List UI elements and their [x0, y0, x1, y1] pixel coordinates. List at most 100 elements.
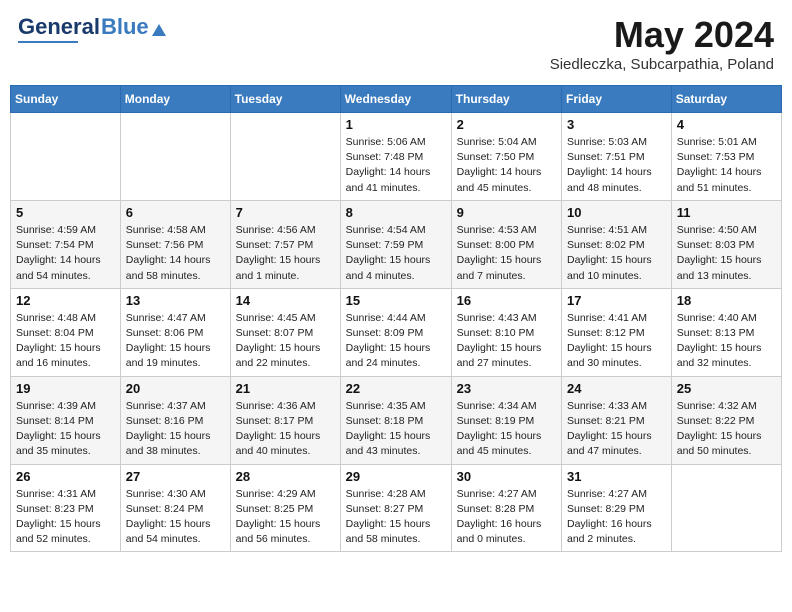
calendar-cell: 19 Sunrise: 4:39 AMSunset: 8:14 PMDayligh…: [11, 376, 121, 464]
calendar-cell: [671, 464, 781, 552]
day-number: 19: [16, 381, 115, 396]
day-number: 1: [346, 117, 446, 132]
day-number: 7: [236, 205, 335, 220]
day-number: 22: [346, 381, 446, 396]
day-number: 12: [16, 293, 115, 308]
calendar-header-friday: Friday: [562, 86, 672, 113]
day-info: Sunrise: 4:58 AMSunset: 7:56 PMDaylight:…: [126, 223, 225, 284]
day-info: Sunrise: 4:39 AMSunset: 8:14 PMDaylight:…: [16, 399, 115, 460]
day-info: Sunrise: 4:47 AMSunset: 8:06 PMDaylight:…: [126, 311, 225, 372]
day-number: 2: [457, 117, 556, 132]
calendar-cell: 25 Sunrise: 4:32 AMSunset: 8:22 PMDayligh…: [671, 376, 781, 464]
calendar-week-row: 19 Sunrise: 4:39 AMSunset: 8:14 PMDayligh…: [11, 376, 782, 464]
calendar-header-row: SundayMondayTuesdayWednesdayThursdayFrid…: [11, 86, 782, 113]
day-info: Sunrise: 4:59 AMSunset: 7:54 PMDaylight:…: [16, 223, 115, 284]
day-number: 17: [567, 293, 666, 308]
logo-blue: Blue: [101, 14, 149, 40]
calendar-cell: 14Sunrise: 4:45 AMSunset: 8:07 PMDayligh…: [230, 288, 340, 376]
day-number: 21: [236, 381, 335, 396]
page-subtitle: Siedleczka, Subcarpathia, Poland: [550, 56, 774, 73]
day-info: Sunrise: 4:53 AMSunset: 8:00 PMDaylight:…: [457, 223, 556, 284]
day-number: 18: [677, 293, 776, 308]
day-info: Sunrise: 4:41 AMSunset: 8:12 PMDaylight:…: [567, 311, 666, 372]
calendar-cell: 29 Sunrise: 4:28 AMSunset: 8:27 PMDayligh…: [340, 464, 451, 552]
calendar-cell: 9 Sunrise: 4:53 AMSunset: 8:00 PMDaylight…: [451, 200, 561, 288]
day-number: 3: [567, 117, 666, 132]
day-info: Sunrise: 5:04 AMSunset: 7:50 PMDaylight:…: [457, 135, 556, 196]
day-info: Sunrise: 5:06 AMSunset: 7:48 PMDaylight:…: [346, 135, 446, 196]
calendar-cell: 15 Sunrise: 4:44 AMSunset: 8:09 PMDayligh…: [340, 288, 451, 376]
logo-triangle-icon: [152, 24, 166, 36]
calendar-header-wednesday: Wednesday: [340, 86, 451, 113]
calendar-cell: 16 Sunrise: 4:43 AMSunset: 8:10 PMDayligh…: [451, 288, 561, 376]
day-info: Sunrise: 4:51 AMSunset: 8:02 PMDaylight:…: [567, 223, 666, 284]
day-info: Sunrise: 4:36 AMSunset: 8:17 PMDaylight:…: [236, 399, 335, 460]
day-number: 8: [346, 205, 446, 220]
day-number: 20: [126, 381, 225, 396]
day-number: 31: [567, 469, 666, 484]
day-info: Sunrise: 4:31 AMSunset: 8:23 PMDaylight:…: [16, 487, 115, 548]
day-info: Sunrise: 4:27 AMSunset: 8:28 PMDaylight:…: [457, 487, 556, 548]
day-info: Sunrise: 4:48 AMSunset: 8:04 PMDaylight:…: [16, 311, 115, 372]
calendar-cell: [11, 113, 121, 201]
day-info: Sunrise: 4:45 AMSunset: 8:07 PMDaylight:…: [236, 311, 335, 372]
day-number: 15: [346, 293, 446, 308]
calendar-header-tuesday: Tuesday: [230, 86, 340, 113]
calendar-cell: 7 Sunrise: 4:56 AMSunset: 7:57 PMDaylight…: [230, 200, 340, 288]
page-title: May 2024: [550, 14, 774, 56]
day-info: Sunrise: 4:56 AMSunset: 7:57 PMDaylight:…: [236, 223, 335, 284]
logo-text: General Blue: [18, 14, 166, 40]
calendar-cell: 4Sunrise: 5:01 AMSunset: 7:53 PMDaylight…: [671, 113, 781, 201]
calendar-cell: 27 Sunrise: 4:30 AMSunset: 8:24 PMDayligh…: [120, 464, 230, 552]
day-info: Sunrise: 4:30 AMSunset: 8:24 PMDaylight:…: [126, 487, 225, 548]
calendar-header-saturday: Saturday: [671, 86, 781, 113]
calendar-cell: 11Sunrise: 4:50 AMSunset: 8:03 PMDayligh…: [671, 200, 781, 288]
day-number: 29: [346, 469, 446, 484]
day-info: Sunrise: 4:43 AMSunset: 8:10 PMDaylight:…: [457, 311, 556, 372]
day-number: 25: [677, 381, 776, 396]
day-info: Sunrise: 5:01 AMSunset: 7:53 PMDaylight:…: [677, 135, 776, 196]
calendar-cell: 12 Sunrise: 4:48 AMSunset: 8:04 PMDayligh…: [11, 288, 121, 376]
day-info: Sunrise: 4:27 AMSunset: 8:29 PMDaylight:…: [567, 487, 666, 548]
calendar-week-row: 1 Sunrise: 5:06 AMSunset: 7:48 PMDaylight…: [11, 113, 782, 201]
calendar-cell: 3Sunrise: 5:03 AMSunset: 7:51 PMDaylight…: [562, 113, 672, 201]
day-number: 6: [126, 205, 225, 220]
day-info: Sunrise: 4:54 AMSunset: 7:59 PMDaylight:…: [346, 223, 446, 284]
logo-line: [18, 41, 78, 43]
day-number: 27: [126, 469, 225, 484]
calendar-cell: 22Sunrise: 4:35 AMSunset: 8:18 PMDayligh…: [340, 376, 451, 464]
calendar-cell: 28Sunrise: 4:29 AMSunset: 8:25 PMDayligh…: [230, 464, 340, 552]
calendar-week-row: 5 Sunrise: 4:59 AMSunset: 7:54 PMDaylight…: [11, 200, 782, 288]
calendar-cell: 20 Sunrise: 4:37 AMSunset: 8:16 PMDayligh…: [120, 376, 230, 464]
day-number: 24: [567, 381, 666, 396]
calendar-cell: 17 Sunrise: 4:41 AMSunset: 8:12 PMDayligh…: [562, 288, 672, 376]
day-number: 26: [16, 469, 115, 484]
calendar-cell: [230, 113, 340, 201]
day-info: Sunrise: 4:50 AMSunset: 8:03 PMDaylight:…: [677, 223, 776, 284]
calendar-cell: 8 Sunrise: 4:54 AMSunset: 7:59 PMDaylight…: [340, 200, 451, 288]
day-number: 5: [16, 205, 115, 220]
page-header: General Blue May 2024 Siedleczka, Subcar…: [10, 10, 782, 77]
day-info: Sunrise: 4:32 AMSunset: 8:22 PMDaylight:…: [677, 399, 776, 460]
day-info: Sunrise: 4:37 AMSunset: 8:16 PMDaylight:…: [126, 399, 225, 460]
logo-general: General: [18, 14, 100, 40]
day-number: 13: [126, 293, 225, 308]
logo: General Blue: [18, 14, 166, 43]
day-info: Sunrise: 4:34 AMSunset: 8:19 PMDaylight:…: [457, 399, 556, 460]
day-info: Sunrise: 4:28 AMSunset: 8:27 PMDaylight:…: [346, 487, 446, 548]
calendar-cell: 21 Sunrise: 4:36 AMSunset: 8:17 PMDayligh…: [230, 376, 340, 464]
title-block: May 2024 Siedleczka, Subcarpathia, Polan…: [550, 14, 774, 73]
calendar-header-thursday: Thursday: [451, 86, 561, 113]
calendar-header-monday: Monday: [120, 86, 230, 113]
calendar-cell: 24Sunrise: 4:33 AMSunset: 8:21 PMDayligh…: [562, 376, 672, 464]
calendar-cell: 10Sunrise: 4:51 AMSunset: 8:02 PMDayligh…: [562, 200, 672, 288]
calendar-table: SundayMondayTuesdayWednesdayThursdayFrid…: [10, 85, 782, 552]
day-number: 28: [236, 469, 335, 484]
day-number: 16: [457, 293, 556, 308]
day-info: Sunrise: 4:44 AMSunset: 8:09 PMDaylight:…: [346, 311, 446, 372]
day-number: 9: [457, 205, 556, 220]
calendar-week-row: 26 Sunrise: 4:31 AMSunset: 8:23 PMDayligh…: [11, 464, 782, 552]
calendar-cell: 30Sunrise: 4:27 AMSunset: 8:28 PMDayligh…: [451, 464, 561, 552]
calendar-cell: 31 Sunrise: 4:27 AMSunset: 8:29 PMDayligh…: [562, 464, 672, 552]
calendar-cell: 6 Sunrise: 4:58 AMSunset: 7:56 PMDaylight…: [120, 200, 230, 288]
